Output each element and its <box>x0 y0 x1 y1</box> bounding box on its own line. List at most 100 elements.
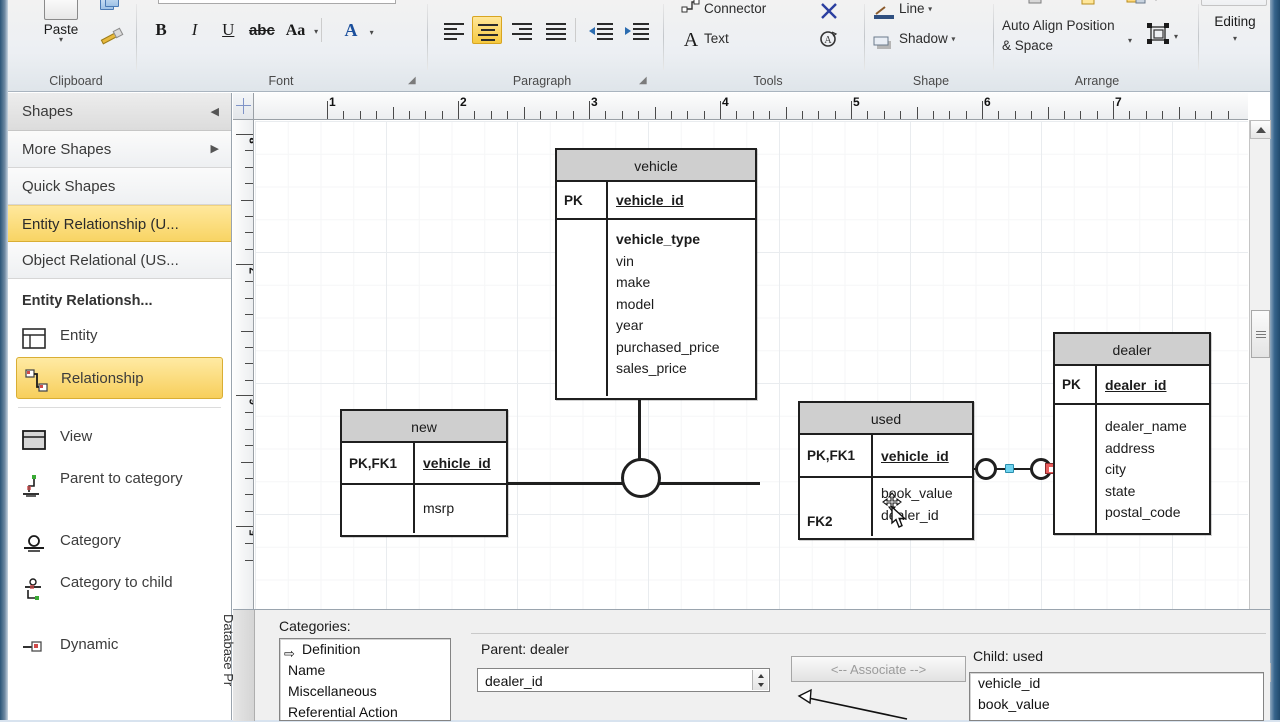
align-left-button[interactable] <box>439 16 469 44</box>
stencil-item-relationship[interactable]: Relationship <box>16 357 223 399</box>
ribbon-group-editing[interactable]: Editing ▾ <box>1199 0 1271 92</box>
line-button[interactable]: Line ▾ <box>873 0 932 24</box>
associate-button[interactable]: <-- Associate --> <box>791 656 966 682</box>
child-listbox[interactable]: vehicle_id book_value <box>969 672 1264 721</box>
entity-fk-key <box>1055 405 1097 533</box>
category-item-miscellaneous[interactable]: Miscellaneous <box>280 681 450 702</box>
database-properties-tab[interactable]: Database Pr <box>221 610 255 721</box>
connector-midpoint-handle[interactable] <box>1005 464 1014 473</box>
autoconnect-icon[interactable]: A <box>816 28 842 54</box>
stencil-item-dynamic[interactable]: Dynamic <box>8 624 231 666</box>
ribbon: Paste ▾ Clipboard B I U abc Aa ▾ A ▾ Fon… <box>8 0 1270 92</box>
align-shapes-icon[interactable] <box>1124 0 1150 10</box>
font-divider <box>321 18 322 42</box>
font-color-caret-icon[interactable]: ▾ <box>370 28 374 37</box>
font-color-button[interactable]: A <box>336 16 366 44</box>
child-item[interactable]: book_value <box>970 694 1263 715</box>
auto-align-position-button[interactable]: Auto Align Position & Space <box>1002 16 1115 56</box>
font-dialog-launcher[interactable]: ◢ <box>408 75 420 87</box>
ruler-corner[interactable] <box>233 93 254 120</box>
crowsfoot-circle-near <box>975 458 997 480</box>
bring-forward-icon[interactable] <box>1022 0 1048 10</box>
paste-caret-icon[interactable]: ▾ <box>30 35 92 44</box>
entity-new[interactable]: new PK,FK1 vehicle_id msrp <box>340 409 508 537</box>
sidebar-item-quick-shapes[interactable]: Quick Shapes <box>8 168 231 205</box>
shadow-caret-icon[interactable]: ▾ <box>951 35 955 44</box>
paste-button[interactable]: Paste ▾ <box>30 0 92 44</box>
justify-button[interactable] <box>541 16 571 44</box>
entity-attr: msrp <box>423 500 455 516</box>
entity-dealer[interactable]: dealer PK dealer_id dealer_name address <box>1053 332 1211 535</box>
entity-title: new <box>342 411 506 443</box>
entity-attr-list: dealer_name address city state postal_co… <box>1097 405 1209 529</box>
increase-indent-button[interactable] <box>623 16 653 44</box>
stencil-item-category[interactable]: Category <box>8 520 231 562</box>
format-painter-icon[interactable] <box>100 26 124 48</box>
stencil-item-entity[interactable]: Entity <box>8 315 231 357</box>
sidebar-item-more-shapes[interactable]: More Shapes ▶ <box>8 131 231 168</box>
align-right-button[interactable] <box>507 16 537 44</box>
decrease-indent-button[interactable] <box>587 16 617 44</box>
entity-vehicle[interactable]: vehicle PK vehicle_id vehicle_type vin m… <box>555 148 757 400</box>
entity-fk-key: FK2 <box>800 478 873 536</box>
parent-field[interactable]: dealer_id <box>477 668 770 692</box>
change-case-button[interactable]: Aa <box>281 17 311 45</box>
entity-attr: year <box>616 317 644 333</box>
shapes-pane-header[interactable]: Shapes ◀ <box>8 93 231 131</box>
editing-caret-icon[interactable]: ▾ <box>1199 34 1271 43</box>
database-properties-pane: Database Pr Categories: ⇨ Definition Nam… <box>221 609 1270 721</box>
connector-label: Connector <box>704 1 767 16</box>
underline-button[interactable]: U <box>213 16 243 44</box>
child-label: Child: used <box>973 648 1044 664</box>
send-backward-icon[interactable] <box>1074 0 1100 10</box>
canvas-vertical-scrollbar[interactable] <box>1249 120 1271 682</box>
shadow-button[interactable]: Shadow ▾ <box>873 24 955 54</box>
entity-relationship-label: Entity Relationship (U... <box>22 216 179 233</box>
chevron-right-icon[interactable]: ▶ <box>211 131 219 167</box>
font-name-box[interactable] <box>158 0 396 4</box>
category-item-name[interactable]: Name <box>280 660 450 681</box>
text-tool[interactable]: A Text <box>678 24 729 54</box>
collapse-chevron-icon[interactable]: ◀ <box>211 93 219 131</box>
line-caret-icon[interactable]: ▾ <box>928 5 932 14</box>
group-caret-icon[interactable]: ▾ <box>1174 32 1178 41</box>
entity-attr: vehicle_type <box>616 231 701 247</box>
stencil-item-parent-to-category[interactable]: Parent to category <box>8 458 231 520</box>
stencil-item-view[interactable]: View <box>8 416 231 458</box>
entity-attr: dealer_id <box>881 506 939 523</box>
strikethrough-button[interactable]: abc <box>247 17 277 45</box>
italic-button[interactable]: I <box>180 16 210 44</box>
parent-field-spinner[interactable] <box>752 670 768 690</box>
connector-tool[interactable]: Connector <box>678 0 766 24</box>
stencil-item-category-to-child[interactable]: Category to child <box>8 562 231 624</box>
scroll-up-button[interactable] <box>1250 120 1271 139</box>
align-shapes-caret-icon[interactable]: ▾ <box>1154 0 1158 3</box>
vertical-scroll-thumb[interactable] <box>1251 310 1270 358</box>
ruler-v-num: 7 <box>247 267 253 274</box>
connector-icon <box>678 0 704 25</box>
bold-button[interactable]: B <box>146 16 176 44</box>
align-center-button[interactable] <box>472 16 502 44</box>
sidebar-item-entity-relationship[interactable]: Entity Relationship (U... <box>8 205 231 242</box>
entity-attr-list: msrp <box>415 485 506 525</box>
category-circle[interactable] <box>621 458 661 498</box>
auto-align-caret-icon[interactable]: ▾ <box>1128 36 1132 45</box>
drawing-sheet[interactable]: vehicle PK vehicle_id vehicle_type vin m… <box>255 121 1248 682</box>
categories-listbox[interactable]: ⇨ Definition Name Miscellaneous Referent… <box>279 638 451 721</box>
category-item-definition[interactable]: ⇨ Definition <box>280 639 450 661</box>
entity-used[interactable]: used PK,FK1 vehicle_id FK2 book_value de… <box>798 401 974 540</box>
group-icon[interactable] <box>1146 22 1172 46</box>
editing-label: Editing <box>1214 14 1256 29</box>
change-case-caret-icon[interactable]: ▾ <box>314 27 318 36</box>
line-label: Line <box>899 1 925 16</box>
paragraph-dialog-launcher[interactable]: ◢ <box>639 75 651 87</box>
sidebar-item-object-relational[interactable]: Object Relational (US... <box>8 242 231 279</box>
child-item[interactable]: vehicle_id <box>970 673 1263 694</box>
shadow-icon <box>873 32 895 49</box>
entity-attr: model <box>616 295 655 312</box>
pointer-tool-icon[interactable] <box>816 0 842 26</box>
category-item-referential-action[interactable]: Referential Action <box>280 702 450 720</box>
copy-icon[interactable] <box>100 0 124 14</box>
window-frame-right <box>1270 0 1280 720</box>
entity-pk-row: PK,FK1 vehicle_id <box>342 443 506 485</box>
